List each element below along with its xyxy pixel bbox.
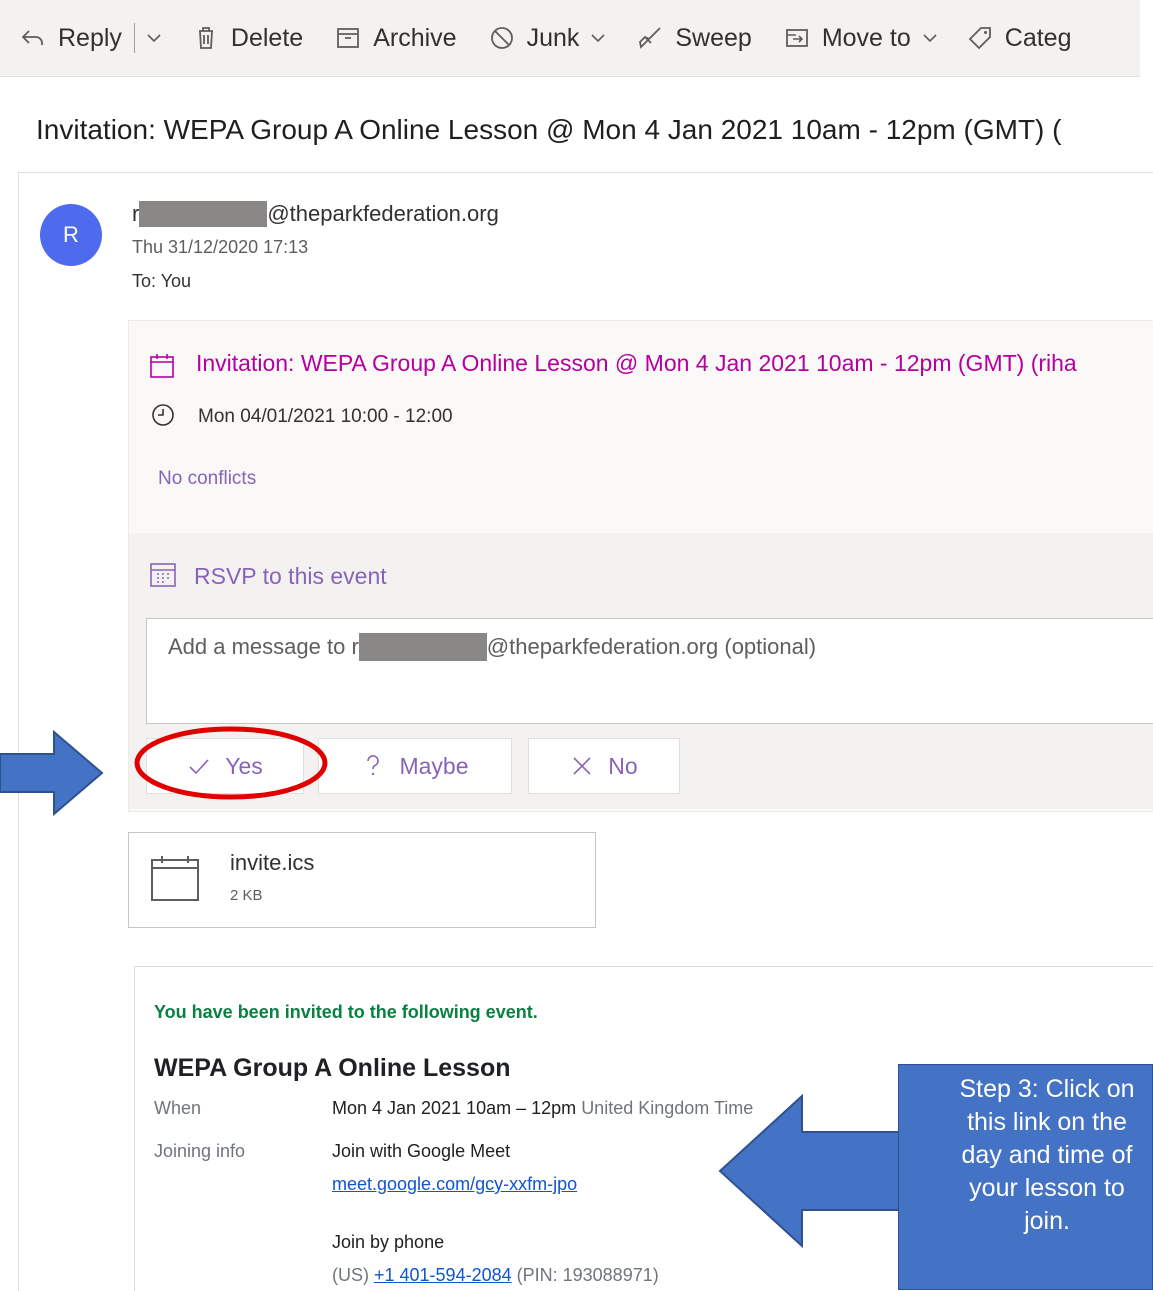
joining-info-label: Joining info: [154, 1141, 246, 1161]
categorize-button[interactable]: Categ: [967, 23, 1072, 53]
yes-highlight-circle: [134, 726, 328, 800]
when-label: When: [154, 1098, 202, 1118]
message-prefix: Add a message to r: [168, 634, 359, 659]
redaction-block: [139, 201, 268, 227]
invited-notice: You have been invited to the following e…: [154, 1002, 538, 1022]
sent-date: Thu 31/12/2020 17:13: [132, 237, 309, 257]
when-value: Mon 4 Jan 2021 10am – 12pm United Kingdo…: [332, 1098, 753, 1119]
sender-email[interactable]: r @theparkfederation.org: [132, 201, 499, 227]
phone-link[interactable]: +1 401-594-2084: [374, 1265, 512, 1285]
callout-line: join.: [1024, 1207, 1070, 1235]
conflicts-status: No conflicts: [158, 468, 257, 489]
chevron-down-icon[interactable]: [145, 29, 163, 47]
chevron-down-icon[interactable]: [589, 29, 607, 47]
move-to-button[interactable]: Move to: [784, 24, 939, 53]
attachment-name: invite.ics: [230, 850, 315, 875]
recipient-line: To: You: [132, 271, 192, 291]
archive-button[interactable]: Archive: [335, 23, 457, 53]
clock-icon: [152, 404, 174, 426]
command-toolbar: Reply Delete Archive Junk Sweep Move to …: [0, 0, 1140, 77]
rsvp-maybe-label: Maybe: [399, 752, 469, 779]
junk-label: Junk: [526, 23, 580, 52]
avatar[interactable]: R: [40, 204, 102, 266]
reply-button[interactable]: Reply: [20, 24, 122, 53]
reply-label: Reply: [58, 23, 122, 52]
rsvp-title: RSVP to this event: [194, 563, 387, 589]
calendar-file-icon: [151, 856, 199, 901]
event-title: WEPA Group A Online Lesson: [154, 1054, 511, 1082]
phone-pin: (PIN: 193088971): [511, 1265, 659, 1285]
phone-line: (US) +1 401-594-2084 (PIN: 193088971): [332, 1265, 659, 1286]
callout-line: your lesson to: [969, 1174, 1125, 1202]
reply-icon: [21, 30, 43, 45]
message-subject: Invitation: WEPA Group A Online Lesson @…: [36, 114, 1062, 145]
instruction-callout: Step 3: Click on this link on the day an…: [898, 1064, 1153, 1290]
phone-country: (US): [332, 1265, 374, 1285]
calendar-grid-icon: [150, 563, 176, 587]
callout-line: day and time of: [961, 1141, 1133, 1169]
rsvp-no-label: No: [608, 752, 638, 779]
close-icon: [573, 757, 591, 775]
invite-time: Mon 04/01/2021 10:00 - 12:00: [198, 406, 453, 427]
attachment-size: 2 KB: [230, 887, 263, 904]
block-icon: [490, 27, 513, 49]
invite-title[interactable]: Invitation: WEPA Group A Online Lesson @…: [196, 350, 1153, 377]
move-to-label: Move to: [821, 23, 911, 52]
delete-button[interactable]: Delete: [193, 24, 303, 53]
rsvp-message-placeholder: Add a message to r @theparkfederation.or…: [168, 633, 816, 661]
trash-icon: [198, 27, 213, 49]
archive-label: Archive: [373, 23, 457, 52]
redaction-block: [358, 633, 487, 661]
sweep-button[interactable]: Sweep: [637, 23, 752, 53]
rsvp-no-button[interactable]: No: [528, 738, 680, 794]
chevron-down-icon[interactable]: [921, 29, 939, 47]
broom-icon: [639, 27, 662, 49]
arrow-right-icon: [0, 730, 104, 816]
sender-email-prefix: r: [132, 201, 140, 226]
question-icon: [367, 755, 380, 776]
sweep-label: Sweep: [675, 23, 752, 52]
when-time: Mon 4 Jan 2021 10am – 12pm: [332, 1098, 577, 1118]
join-meet-text: Join with Google Meet: [332, 1141, 511, 1161]
rsvp-maybe-button[interactable]: Maybe: [318, 738, 512, 794]
arrow-left-icon: [718, 1094, 901, 1248]
sender-email-suffix: @theparkfederation.org: [267, 201, 499, 226]
callout-line: Step 3: Click on: [959, 1075, 1135, 1103]
tag-icon: [968, 27, 991, 50]
calendar-icon: [150, 354, 174, 378]
delete-label: Delete: [230, 23, 304, 52]
meet-link[interactable]: meet.google.com/gcy-xxfm-jpo: [332, 1174, 577, 1195]
junk-button[interactable]: Junk: [489, 24, 608, 53]
categorize-label: Categ: [1004, 23, 1072, 52]
message-suffix: @theparkfederation.org (optional): [486, 634, 817, 659]
archive-icon: [337, 28, 360, 48]
toolbar-divider: [133, 23, 135, 53]
folder-move-icon: [785, 29, 808, 47]
join-phone-text: Join by phone: [332, 1232, 445, 1252]
callout-line: this link on the: [967, 1108, 1127, 1136]
